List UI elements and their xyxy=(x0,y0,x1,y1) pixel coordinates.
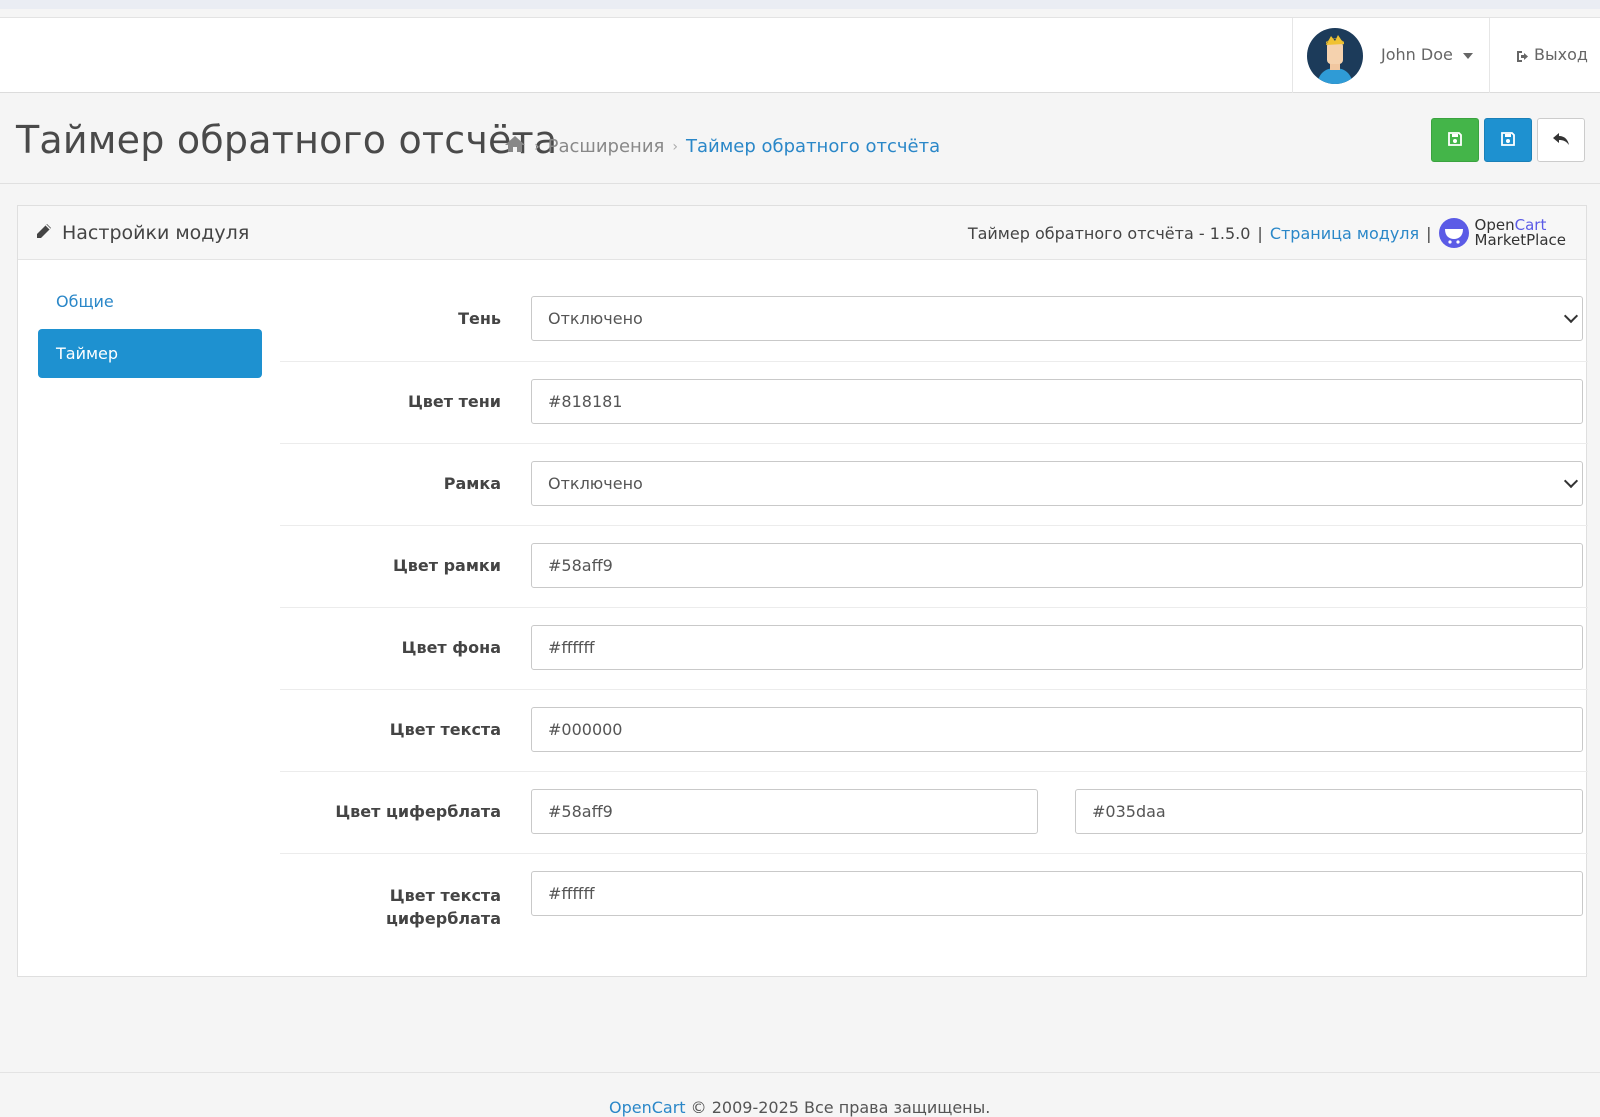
user-name: John Doe xyxy=(1381,45,1453,64)
meta-separator: | xyxy=(1257,223,1263,243)
module-version: Таймер обратного отсчёта - 1.5.0 xyxy=(967,223,1251,243)
footer: OpenCart © 2009-2025 Все права защищены. xyxy=(0,1072,1600,1117)
pencil-icon xyxy=(36,222,52,244)
border-label: Рамка xyxy=(443,474,501,493)
dial-color-input-2[interactable]: #035daa xyxy=(1075,789,1583,834)
module-page-link[interactable]: Страница модуля xyxy=(1270,224,1419,243)
meta-separator: | xyxy=(1426,223,1432,243)
logout-link[interactable]: Выход xyxy=(1516,45,1588,64)
dial-color-input-1[interactable]: #58aff9 xyxy=(531,789,1038,834)
top-header: John Doe Выход xyxy=(0,17,1600,93)
tab-timer[interactable]: Таймер xyxy=(38,329,262,378)
form-row-shadow-color: Цвет тени #818181 xyxy=(280,361,1588,443)
reply-icon xyxy=(1552,131,1570,150)
panel-heading: Настройки модуля Таймер обратного отсчёт… xyxy=(18,206,1586,260)
chevron-down-icon xyxy=(1463,53,1473,59)
border-select[interactable]: Отключено xyxy=(531,461,1583,506)
shadow-label: Тень xyxy=(458,309,501,328)
opencart-marketplace-logo[interactable]: OpenCart MarketPlace xyxy=(1475,218,1566,248)
form-row-shadow: Тень Отключено xyxy=(280,261,1588,361)
shadow-color-label: Цвет тени xyxy=(407,392,501,411)
chevron-down-icon xyxy=(1563,473,1579,489)
form-row-dial-color: Цвет циферблата #58aff9 #035daa xyxy=(280,771,1588,853)
background-color-label: Цвет фона xyxy=(401,638,501,657)
breadcrumb: › Расширения › Таймер обратного отсчёта xyxy=(504,135,940,158)
form-row-border: Рамка Отключено xyxy=(280,443,1588,525)
form-row-background-color: Цвет фона #ffffff xyxy=(280,607,1588,689)
save-icon xyxy=(1448,131,1462,150)
border-color-label: Цвет рамки xyxy=(392,556,501,575)
tab-general[interactable]: Общие xyxy=(56,292,114,311)
chevron-down-icon xyxy=(1563,308,1579,324)
save-icon xyxy=(1501,131,1515,150)
background-color-input[interactable]: #ffffff xyxy=(531,625,1583,670)
breadcrumb-separator: › xyxy=(534,138,540,155)
form-row-text-color: Цвет текста #000000 xyxy=(280,689,1588,771)
text-color-label: Цвет текста xyxy=(389,720,501,739)
user-menu[interactable]: John Doe xyxy=(1292,18,1490,93)
save-and-stay-button[interactable] xyxy=(1431,118,1479,162)
dial-text-color-input[interactable]: #ffffff xyxy=(531,871,1583,916)
breadcrumb-separator: › xyxy=(672,138,678,155)
opencart-marketplace-icon[interactable] xyxy=(1438,218,1469,248)
avatar xyxy=(1307,28,1363,84)
panel-title: Настройки модуля xyxy=(36,222,249,244)
shadow-select[interactable]: Отключено xyxy=(531,296,1583,341)
form-row-dial-text-color: Цвет текста циферблата #ffffff xyxy=(280,853,1588,973)
module-meta: Таймер обратного отсчёта - 1.5.0 | Стран… xyxy=(968,218,1566,248)
breadcrumb-current[interactable]: Таймер обратного отсчёта xyxy=(686,136,940,157)
module-settings-panel: Настройки модуля Таймер обратного отсчёт… xyxy=(17,205,1588,977)
sign-out-icon xyxy=(1516,48,1528,62)
breadcrumb-extensions[interactable]: Расширения xyxy=(548,136,665,157)
logout-label: Выход xyxy=(1534,45,1588,64)
save-button[interactable] xyxy=(1484,118,1532,162)
panel-title-text: Настройки модуля xyxy=(62,222,250,244)
top-strip xyxy=(0,0,1600,9)
dial-text-color-label: Цвет текста циферблата xyxy=(385,886,501,928)
footer-opencart-link[interactable]: OpenCart xyxy=(609,1098,686,1117)
shadow-color-input[interactable]: #818181 xyxy=(531,379,1583,424)
dial-color-label: Цвет циферблата xyxy=(335,802,501,821)
form-row-border-color: Цвет рамки #58aff9 xyxy=(280,525,1588,607)
back-button[interactable] xyxy=(1537,118,1585,162)
page-title: Таймер обратного отсчёта xyxy=(16,118,558,162)
border-color-input[interactable]: #58aff9 xyxy=(531,543,1583,588)
footer-copyright: OpenCart © 2009-2025 Все права защищены. xyxy=(609,1098,991,1117)
page-header: Таймер обратного отсчёта › Расширения › … xyxy=(0,94,1600,184)
text-color-input[interactable]: #000000 xyxy=(531,707,1583,752)
home-icon[interactable] xyxy=(504,135,526,158)
